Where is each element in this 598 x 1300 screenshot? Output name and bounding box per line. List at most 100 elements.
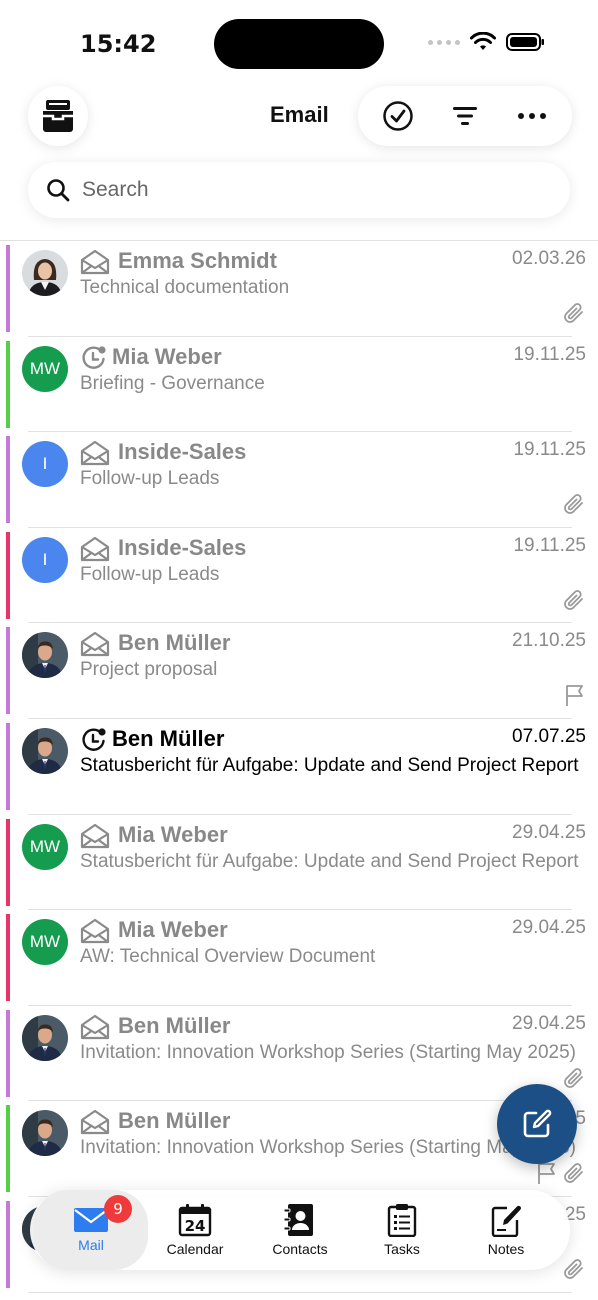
email-subject: Follow-up Leads: [80, 468, 220, 490]
checkmark-circle-icon: [382, 101, 413, 131]
avatar: [22, 632, 68, 679]
tab-contacts[interactable]: Contacts: [252, 1190, 348, 1270]
avatar: MW: [22, 919, 68, 966]
email-date: 29.04.25: [512, 821, 586, 843]
cellular-signal-icon: [428, 39, 460, 45]
status-icon: [80, 249, 110, 277]
status-icon: [80, 1109, 110, 1137]
category-color-bar: [6, 245, 10, 332]
status-icon: [80, 918, 110, 946]
unread-badge: 9: [104, 1195, 132, 1223]
email-row[interactable]: Emma Schmidt 02.03.26 Technical documentat…: [0, 241, 598, 337]
avatar: [22, 1014, 68, 1061]
battery-icon: [506, 33, 544, 51]
email-row[interactable]: Ben Müller 21.10.25 Project proposal: [0, 623, 598, 719]
email-indicators: [562, 1066, 586, 1092]
sender-name: Ben Müller: [118, 630, 231, 656]
email-row[interactable]: I Inside-Sales 19.11.25 Follow-up Leads: [0, 432, 598, 528]
envelope-open-icon: [80, 536, 110, 561]
email-date: 29.04.25: [512, 1012, 586, 1034]
sender-name: Emma Schmidt: [118, 248, 277, 273]
select-button[interactable]: [373, 91, 423, 141]
email-date: 07.07.25: [512, 725, 586, 747]
more-button[interactable]: [507, 91, 557, 141]
sender-name: Ben Müller: [112, 725, 225, 751]
row-divider: [28, 1291, 572, 1293]
clock-icon: [82, 728, 106, 751]
avatar: MW: [22, 345, 68, 392]
sender-name: Ben Müller: [118, 1108, 231, 1134]
email-row[interactable]: MW Mia Weber 19.11.25 Briefing - Governance: [0, 337, 598, 433]
tab-calendar[interactable]: 24 Calendar: [152, 1190, 238, 1270]
status-icon: [80, 1014, 110, 1042]
avatar: [22, 1110, 68, 1157]
sender-name: Inside-Sales: [118, 439, 247, 465]
contacts-icon: [283, 1204, 313, 1236]
attachment-icon: [564, 1163, 583, 1184]
avatar-photo: [22, 1110, 68, 1157]
tab-label: Notes: [487, 1241, 525, 1257]
email-row[interactable]: MW Mia Weber 29.04.25 AW: Technical Overvie…: [0, 910, 598, 1006]
tab-label: Calendar: [166, 1241, 224, 1257]
avatar-photo: [22, 632, 68, 679]
search-icon: [47, 179, 70, 202]
email-date: 29.04.25: [512, 917, 586, 939]
search-bar: [28, 162, 570, 218]
email-indicators: [562, 1257, 586, 1283]
category-color-bar: [6, 1009, 10, 1097]
compose-button[interactable]: [497, 1084, 577, 1164]
compose-icon: [523, 1109, 552, 1138]
email-subject: Project proposal: [80, 659, 218, 681]
attachment-icon: [564, 303, 583, 323]
category-color-bar: [6, 818, 10, 906]
sender-name: Mia Weber: [118, 917, 228, 943]
flag-icon: [566, 685, 583, 707]
email-indicators: [536, 1161, 586, 1187]
email-row[interactable]: Ben Müller 29.04.25 Invitation: Innovation…: [0, 1006, 598, 1102]
status-icon: [80, 823, 110, 851]
status-icons: [428, 32, 546, 52]
avatar: I: [22, 441, 68, 488]
email-date: 19.11.25: [513, 343, 586, 365]
inbox-button[interactable]: [28, 86, 88, 146]
status-icon: [80, 536, 110, 564]
email-row[interactable]: I Inside-Sales 19.11.25 Follow-up Leads: [0, 528, 598, 624]
envelope-open-icon: [80, 441, 110, 466]
category-color-bar: [6, 436, 10, 524]
calendar-day: 24: [185, 1217, 206, 1235]
status-icon: [80, 345, 110, 373]
envelope-open-icon: [80, 632, 110, 657]
envelope-open-icon: [80, 823, 110, 848]
email-date: 19.11.25: [513, 534, 586, 556]
email-date: 19.11.25: [513, 439, 586, 461]
email-date: 21.10.25: [512, 630, 586, 652]
clock-icon: [82, 345, 106, 369]
flag-icon: [538, 1163, 555, 1185]
email-row[interactable]: Ben Müller 07.07.25 Statusbericht für Aufg…: [0, 719, 598, 815]
header: Email: [0, 86, 598, 150]
email-subject: Technical documentation: [80, 277, 290, 298]
avatar-photo: [22, 1014, 68, 1061]
envelope-open-icon: [80, 1014, 110, 1039]
attachment-icon: [564, 1067, 583, 1088]
dynamic-island: [214, 19, 384, 69]
tab-tasks[interactable]: Tasks: [366, 1190, 438, 1270]
tab-label: Tasks: [384, 1241, 420, 1257]
inbox-tray-icon: [43, 100, 73, 132]
tab-notes[interactable]: Notes: [470, 1190, 542, 1270]
tab-label: Contacts: [272, 1241, 328, 1257]
tab-mail[interactable]: Mail 9: [34, 1190, 148, 1270]
avatar: MW: [22, 823, 68, 870]
category-color-bar: [6, 627, 10, 715]
email-row[interactable]: MW Mia Weber 29.04.25 Statusbericht für Auf…: [0, 815, 598, 911]
filter-button[interactable]: [440, 91, 490, 141]
avatar: I: [22, 536, 68, 583]
search-input[interactable]: [82, 178, 522, 202]
attachment-icon: [564, 494, 583, 515]
status-time: 15:42: [80, 30, 157, 58]
email-subject: Follow-up Leads: [80, 563, 220, 585]
email-date: 02.03.26: [512, 248, 586, 269]
calendar-icon: 24: [178, 1204, 212, 1237]
category-color-bar: [6, 340, 10, 428]
tasks-icon: [387, 1204, 417, 1237]
